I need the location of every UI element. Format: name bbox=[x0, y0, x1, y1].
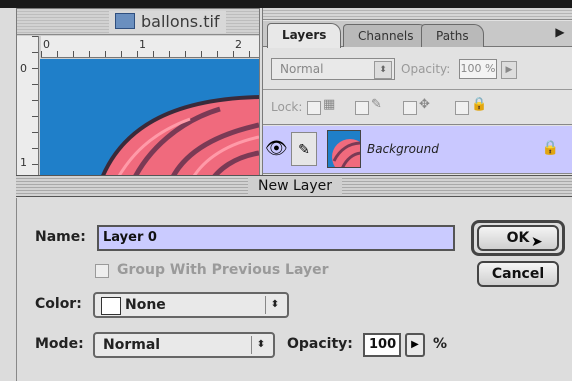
color-value: None bbox=[125, 297, 166, 313]
document-title: ballons.tif bbox=[109, 11, 226, 33]
color-label: Color: bbox=[35, 296, 82, 312]
blend-mode-value: Normal bbox=[280, 62, 324, 76]
lock-image-checkbox[interactable] bbox=[355, 101, 369, 115]
blend-mode-select[interactable]: Normal ⬍ bbox=[271, 58, 395, 80]
mode-popup[interactable]: Normal ⬍ bbox=[93, 332, 275, 358]
percent-sign: % bbox=[433, 336, 448, 352]
balloon-image bbox=[40, 59, 259, 183]
layers-palette: Layers Channels Paths ▶ Normal ⬍ Opacity… bbox=[262, 8, 572, 184]
vertical-ruler: 0 1 bbox=[17, 36, 39, 183]
transparency-icon: ▦ bbox=[323, 97, 336, 112]
mouse-pointer-icon: ➤ bbox=[531, 234, 543, 250]
updown-arrow-icon: ⬍ bbox=[251, 336, 270, 354]
name-label: Name: bbox=[35, 229, 86, 245]
color-swatch bbox=[101, 297, 121, 315]
palette-tabs: Layers Channels Paths ▶ bbox=[263, 21, 572, 48]
group-with-previous-checkbox[interactable] bbox=[95, 264, 109, 278]
dialog-titlebar[interactable]: New Layer bbox=[16, 175, 572, 197]
layer-lock-icon: 🔒 bbox=[541, 140, 559, 156]
group-with-previous-label: Group With Previous Layer bbox=[117, 262, 329, 278]
updown-arrow-icon: ⬍ bbox=[265, 296, 284, 314]
lock-row: Lock: ▦ ✎ ✥ 🔒 bbox=[263, 91, 572, 125]
lock-all-checkbox[interactable] bbox=[455, 101, 469, 115]
new-layer-dialog: Name: Layer 0 Group With Previous Layer … bbox=[16, 198, 572, 381]
lock-icon: 🔒 bbox=[471, 97, 488, 112]
layer-thumbnail bbox=[327, 130, 361, 168]
lock-label: Lock: bbox=[271, 100, 303, 114]
horizontal-ruler: 0 1 2 bbox=[41, 36, 259, 58]
opacity-arrow-icon[interactable]: ▶ bbox=[405, 333, 425, 357]
layer-name-input[interactable]: Layer 0 bbox=[97, 225, 455, 251]
ruler-label: 0 bbox=[20, 62, 27, 75]
ok-button[interactable]: OK bbox=[477, 225, 559, 251]
palette-menu-arrow-icon[interactable]: ▶ bbox=[553, 25, 567, 39]
lock-position-checkbox[interactable] bbox=[403, 101, 417, 115]
brush-icon: ✎ bbox=[371, 97, 382, 112]
dialog-title: New Layer bbox=[248, 176, 343, 196]
document-window: ballons.tif 0 1 2 0 1 bbox=[16, 8, 260, 184]
tab-paths[interactable]: Paths bbox=[421, 24, 484, 47]
ruler-label: 1 bbox=[20, 156, 27, 169]
ruler-label: 1 bbox=[139, 38, 146, 51]
ruler-label: 0 bbox=[43, 38, 50, 51]
layer-name: Background bbox=[367, 142, 439, 156]
layer-row-background[interactable]: 👁 ✎ Background 🔒 bbox=[263, 126, 572, 174]
lock-transparency-checkbox[interactable] bbox=[307, 101, 321, 115]
mode-label: Mode: bbox=[35, 336, 84, 352]
mode-value: Normal bbox=[103, 337, 161, 353]
palette-opacity-field[interactable]: 100 % bbox=[459, 59, 497, 79]
image-file-icon bbox=[115, 13, 135, 29]
opacity-label: Opacity: bbox=[287, 336, 353, 352]
paintbrush-icon[interactable]: ✎ bbox=[291, 132, 317, 166]
color-popup[interactable]: None ⬍ bbox=[93, 292, 289, 318]
move-icon: ✥ bbox=[419, 97, 430, 112]
image-canvas[interactable] bbox=[40, 59, 259, 183]
ruler-label: 2 bbox=[235, 38, 242, 51]
blend-options-row: Normal ⬍ Opacity: 100 % ▶ bbox=[263, 48, 572, 90]
document-titlebar[interactable]: ballons.tif bbox=[17, 9, 259, 35]
opacity-field[interactable]: 100 bbox=[363, 333, 401, 357]
palette-titlebar[interactable] bbox=[263, 8, 572, 20]
top-strip bbox=[0, 0, 572, 8]
palette-opacity-label: Opacity: bbox=[401, 62, 451, 76]
tab-channels[interactable]: Channels bbox=[343, 24, 429, 47]
cancel-button[interactable]: Cancel bbox=[477, 261, 559, 287]
tab-layers[interactable]: Layers bbox=[267, 23, 342, 48]
opacity-arrow-icon[interactable]: ▶ bbox=[501, 61, 517, 79]
visibility-eye-icon[interactable]: 👁 bbox=[265, 132, 288, 166]
document-title-label: ballons.tif bbox=[141, 12, 220, 31]
updown-arrow-icon: ⬍ bbox=[374, 61, 392, 79]
